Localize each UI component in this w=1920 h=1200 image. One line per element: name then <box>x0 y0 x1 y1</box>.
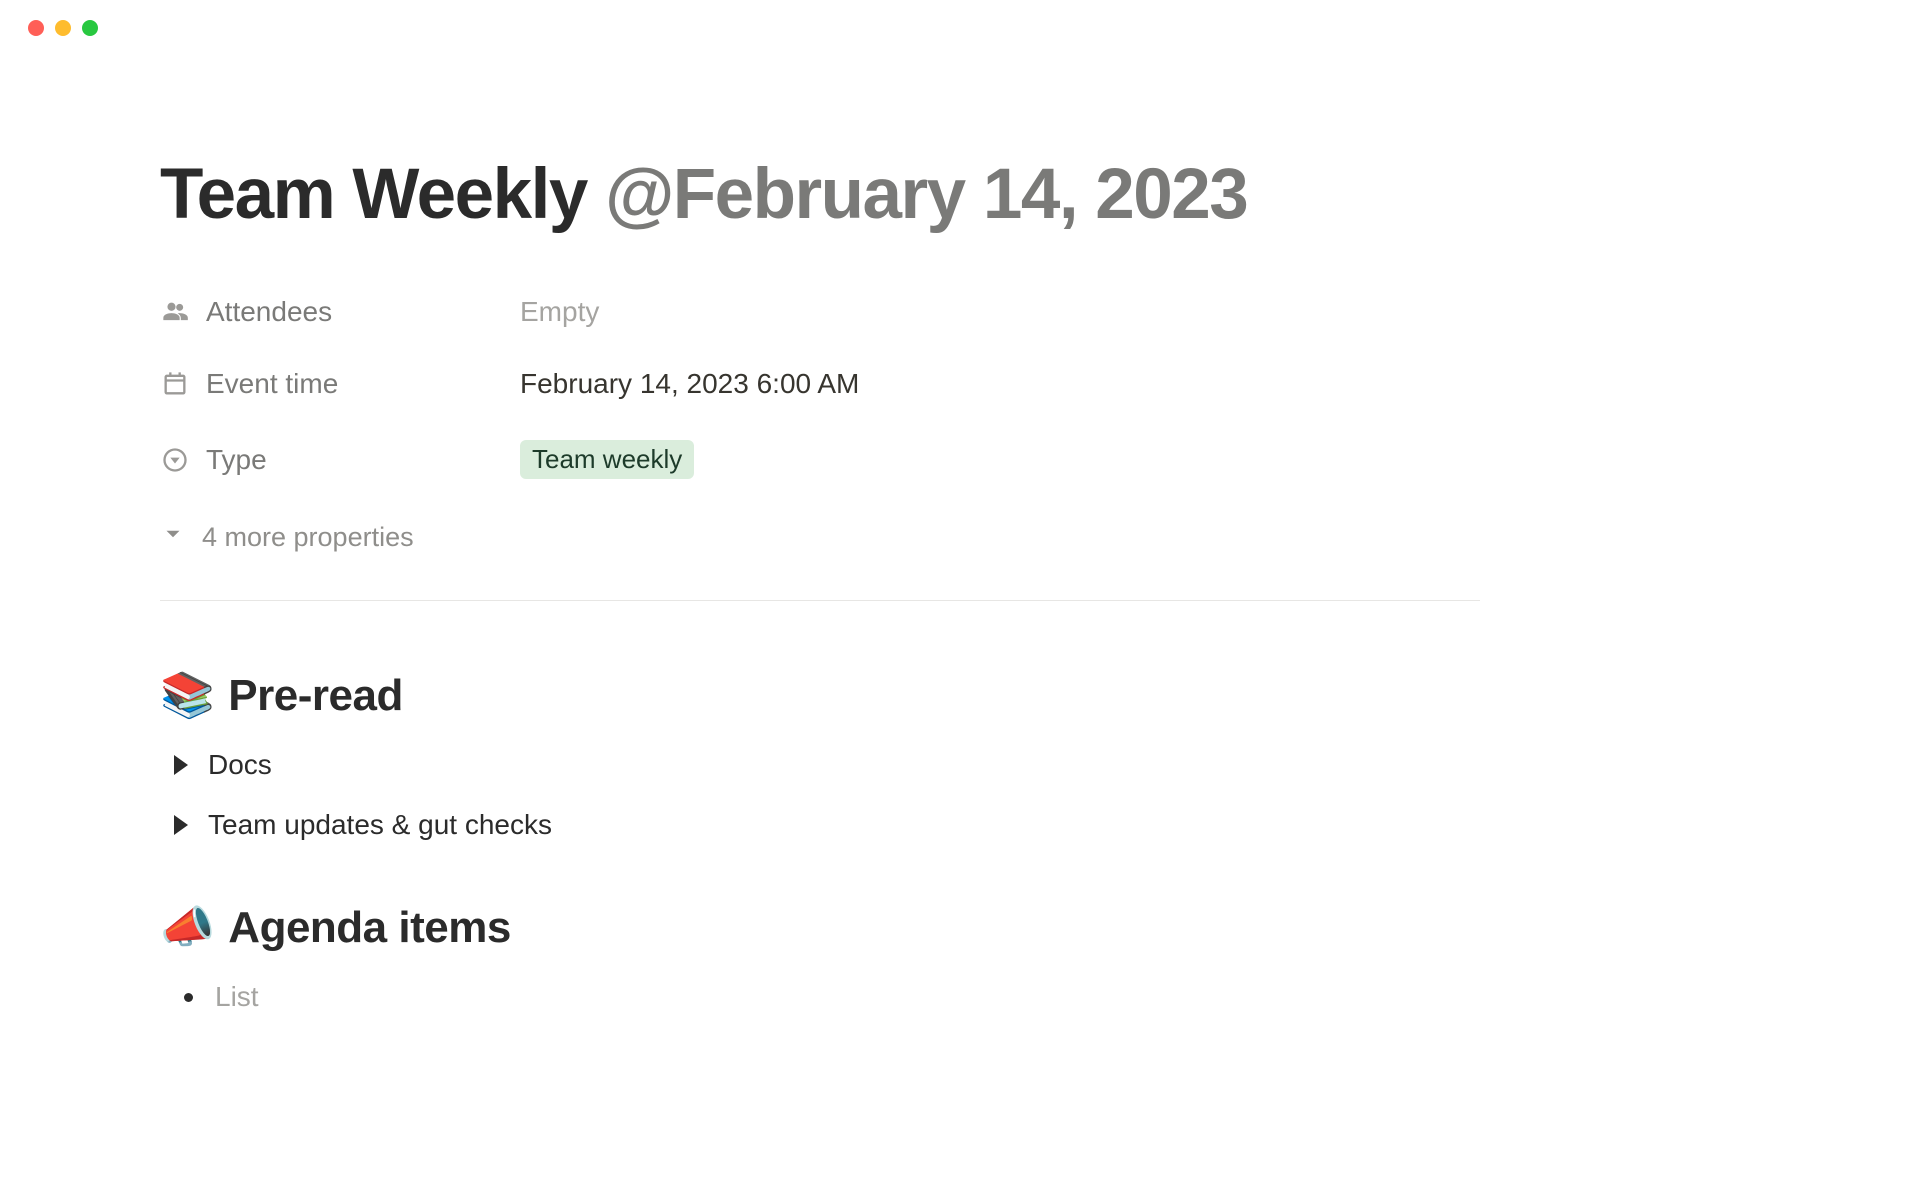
toggle-triangle-icon[interactable] <box>174 815 188 835</box>
more-properties-toggle[interactable]: 4 more properties <box>160 521 1480 554</box>
property-value[interactable]: Team weekly <box>520 440 694 479</box>
chevron-down-icon <box>160 521 186 554</box>
section-heading-text: Pre-read <box>228 671 403 721</box>
property-value[interactable]: February 14, 2023 6:00 AM <box>520 368 859 400</box>
page-content: Team Weekly @February 14, 2023 Attendees… <box>0 36 1640 1013</box>
section-heading-preread[interactable]: 📚 Pre-read <box>160 671 1480 721</box>
section-heading-text: Agenda items <box>228 903 511 953</box>
property-label: Attendees <box>206 296 332 328</box>
property-label: Event time <box>206 368 338 400</box>
property-value[interactable]: Empty <box>520 296 599 328</box>
section-heading-agenda[interactable]: 📣 Agenda items <box>160 903 1480 953</box>
toggle-label: Docs <box>208 749 272 781</box>
megaphone-icon: 📣 <box>160 906 214 950</box>
people-icon <box>160 297 190 327</box>
property-attendees[interactable]: Attendees Empty <box>160 296 1480 328</box>
page-title[interactable]: Team Weekly @February 14, 2023 <box>160 156 1480 234</box>
minimize-window-button[interactable] <box>55 20 71 36</box>
select-icon <box>160 445 190 475</box>
agenda-bullet-list: List <box>170 981 1480 1013</box>
maximize-window-button[interactable] <box>82 20 98 36</box>
toggle-label: Team updates & gut checks <box>208 809 552 841</box>
property-label-wrap: Attendees <box>160 296 520 328</box>
books-icon: 📚 <box>160 674 214 718</box>
property-event-time[interactable]: Event time February 14, 2023 6:00 AM <box>160 368 1480 400</box>
property-label-wrap: Event time <box>160 368 520 400</box>
toggle-item[interactable]: Team updates & gut checks <box>166 809 1480 841</box>
bullet-label: List <box>215 981 259 1013</box>
preread-toggle-list: Docs Team updates & gut checks <box>166 749 1480 841</box>
bullet-dot-icon <box>184 993 193 1002</box>
more-properties-label: 4 more properties <box>202 522 414 553</box>
calendar-icon <box>160 369 190 399</box>
toggle-triangle-icon[interactable] <box>174 755 188 775</box>
date-mention[interactable]: @February 14, 2023 <box>605 155 1247 234</box>
properties-list: Attendees Empty Event time February 14, … <box>160 296 1480 479</box>
type-tag[interactable]: Team weekly <box>520 440 694 479</box>
property-label: Type <box>206 444 267 476</box>
toggle-item[interactable]: Docs <box>166 749 1480 781</box>
page-title-text: Team Weekly <box>160 155 605 234</box>
window-controls <box>0 0 1920 36</box>
bullet-item[interactable]: List <box>170 981 1480 1013</box>
property-label-wrap: Type <box>160 444 520 476</box>
close-window-button[interactable] <box>28 20 44 36</box>
property-type[interactable]: Type Team weekly <box>160 440 1480 479</box>
divider <box>160 600 1480 601</box>
